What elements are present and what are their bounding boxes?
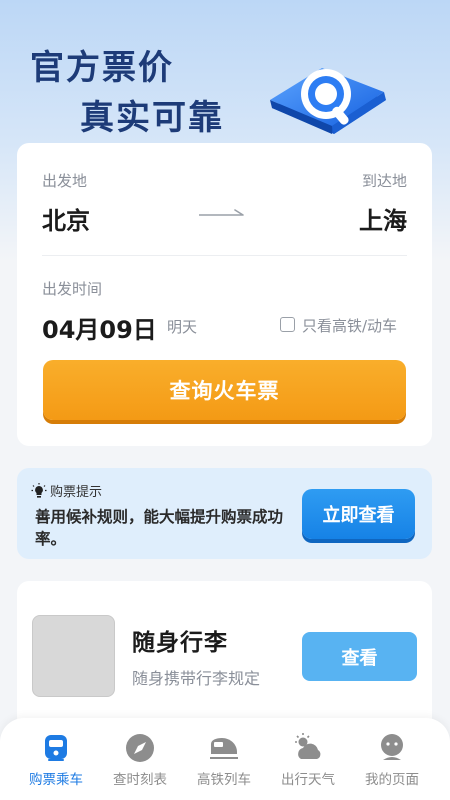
tip-header: 购票提示: [31, 481, 102, 500]
highspeed-only-label[interactable]: 只看高铁/动车: [302, 315, 397, 336]
from-label: 出发地: [42, 172, 88, 190]
tab-label-my-page: 我的页面: [365, 772, 419, 788]
hero-title-line2: 真实可靠: [80, 98, 224, 138]
tab-highspeed-trains[interactable]: 高铁列车: [179, 732, 269, 788]
tab-label-weather: 出行天气: [281, 772, 335, 788]
luggage-title: 随身行李: [132, 630, 228, 656]
tab-label-highspeed-trains: 高铁列车: [197, 772, 251, 788]
train-search-card: 出发地 到达地 北京 上海 出发时间 04月09日 明天 只看高铁/动车 查询火…: [17, 143, 432, 446]
tip-text: 善用候补规则，能大幅提升购票成功率。: [35, 508, 284, 548]
bottom-tab-bar: 购票乘车 查时刻表 高铁列车 出行天气 我的页面: [0, 718, 450, 800]
highspeed-only-checkbox[interactable]: [280, 317, 295, 332]
tab-my-page[interactable]: 我的页面: [347, 732, 437, 788]
hero-title-line1: 官方票价: [30, 48, 174, 88]
luggage-subtitle: 随身携带行李规定: [132, 669, 261, 688]
luggage-image-placeholder: [32, 615, 115, 697]
purchase-tip-card: 购票提示 善用候补规则，能大幅提升购票成功率。 立即查看: [17, 468, 432, 559]
to-label: 到达地: [361, 172, 407, 190]
divider: [42, 255, 407, 256]
to-city[interactable]: 上海: [359, 201, 407, 236]
query-tickets-button[interactable]: 查询火车票: [43, 360, 406, 420]
date-hint: 明天: [167, 318, 198, 336]
tab-label-buy-tickets: 购票乘车: [29, 772, 83, 788]
departure-time-label: 出发时间: [42, 280, 103, 298]
weather-icon: [295, 733, 321, 759]
search-badge-icon: [270, 68, 386, 134]
tab-buy-tickets[interactable]: 购票乘车: [11, 732, 101, 788]
lightbulb-icon: [31, 482, 47, 498]
departure-date[interactable]: 04月09日: [42, 310, 157, 345]
tip-header-label: 购票提示: [50, 485, 103, 500]
bullet-train-icon: [210, 738, 238, 759]
train-ticket-icon: [45, 735, 67, 761]
view-luggage-button[interactable]: 查看: [302, 632, 417, 681]
tab-label-timetable: 查时刻表: [113, 772, 167, 788]
tab-timetable[interactable]: 查时刻表: [95, 732, 185, 788]
swap-arrow-icon[interactable]: [199, 206, 249, 220]
from-city[interactable]: 北京: [42, 201, 90, 236]
view-now-button[interactable]: 立即查看: [302, 489, 415, 539]
tab-weather[interactable]: 出行天气: [263, 732, 353, 788]
compass-icon: [126, 734, 154, 762]
user-profile-icon: [381, 734, 403, 760]
luggage-card: 随身行李 随身携带行李规定 查看: [17, 581, 432, 731]
